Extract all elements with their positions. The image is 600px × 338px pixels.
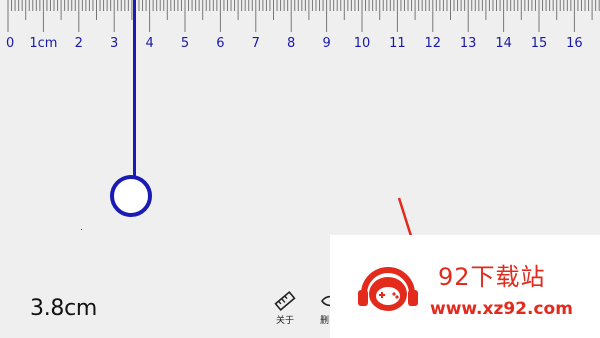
ruler-tick-label: 12: [424, 36, 442, 51]
ruler-tick-label: 15: [530, 36, 548, 51]
watermark-banner: 92下载站 www.xz92.com: [330, 235, 600, 338]
ruler-tick-label: 7: [251, 36, 260, 51]
ruler-tick-label: 0: [6, 36, 15, 51]
second-label: 删: [320, 316, 330, 326]
eye-icon: [321, 295, 330, 307]
measure-cursor-line[interactable]: [133, 0, 136, 176]
ruler-tick-label: 6: [216, 36, 225, 51]
ruler-tick-label: 9: [322, 36, 331, 51]
ruler-tick-label: 8: [287, 36, 296, 51]
watermark-title: 92下载站: [438, 263, 546, 291]
measurement-readout: 3.8cm: [30, 296, 98, 321]
ruler-tick-label: 10: [353, 36, 371, 51]
watermark-logo-icon: [358, 267, 418, 311]
ruler-tick-label: 5: [180, 36, 190, 51]
watermark-url: www.xz92.com: [430, 299, 573, 319]
ruler-tick-label: 14: [495, 36, 512, 51]
about-label: 关于: [275, 316, 294, 326]
ruler-tick-label: 16: [566, 36, 583, 51]
ruler-tick-label: 13: [459, 36, 477, 51]
ruler-tick-label: 2: [74, 36, 83, 51]
stray-dot: [81, 229, 82, 230]
ruler-icon: [274, 291, 296, 311]
ruler-ticks: [7, 0, 600, 32]
ruler-tick-label: 4: [145, 36, 154, 51]
measure-cursor-handle[interactable]: [110, 175, 152, 217]
ruler-tick-label: 1cm: [29, 36, 58, 51]
ruler-tick-label: 3: [110, 36, 119, 51]
second-toolbar-button[interactable]: 删: [316, 290, 330, 334]
about-button[interactable]: 关于: [270, 290, 300, 334]
ruler-tick-label: 11: [389, 36, 406, 51]
ruler-scale: 0 1cm 2 3 4 5 6 7 8 9 10 11 12 13 14 15 16: [0, 0, 600, 56]
